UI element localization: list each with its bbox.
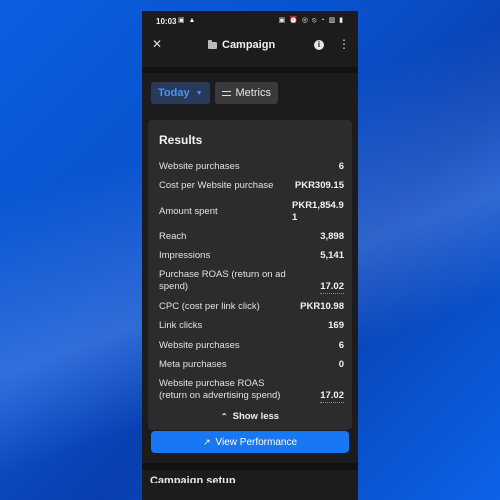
metric-value: 3,898 bbox=[320, 231, 344, 242]
phone-screen: 10:03 ▣ ▲ ▣ ⏰ ◎ ⦸ ◔ ▥ ▮ ✕ Campaign i ⋮ T… bbox=[142, 11, 358, 500]
section-divider bbox=[142, 67, 358, 73]
metric-value: PKR309.15 bbox=[294, 180, 344, 191]
info-icon[interactable]: i bbox=[314, 40, 324, 50]
metric-label: Website purchase ROAS (return on adverti… bbox=[159, 378, 281, 401]
metric-value: PKR10.98 bbox=[300, 301, 344, 312]
metric-value: 0 bbox=[338, 359, 344, 370]
status-bar: 10:03 ▣ ▲ ▣ ⏰ ◎ ⦸ ◔ ▥ ▮ bbox=[142, 11, 358, 31]
metric-value[interactable]: 17.02 bbox=[320, 281, 344, 294]
results-heading: Results bbox=[159, 133, 203, 147]
metric-value[interactable]: 17.02 bbox=[320, 390, 344, 403]
metric-value: 6 bbox=[338, 161, 344, 172]
metric-label: CPC (cost per link click) bbox=[159, 301, 260, 312]
screen-bottom bbox=[142, 483, 358, 500]
view-performance-button[interactable]: ↗ View Performance bbox=[151, 431, 349, 453]
show-less-toggle[interactable]: ⌃ Show less bbox=[148, 411, 352, 422]
page-title: Campaign bbox=[222, 39, 276, 51]
show-less-label: Show less bbox=[232, 411, 280, 422]
sliders-icon bbox=[221, 89, 231, 97]
metric-value: 5,141 bbox=[320, 250, 344, 261]
status-time: 10:03 bbox=[156, 17, 177, 26]
metric-value: 169 bbox=[328, 320, 344, 331]
metric-label: Meta purchases bbox=[159, 359, 227, 370]
date-range-dropdown[interactable]: Today ▼ bbox=[151, 82, 210, 104]
metric-label: Website purchases bbox=[159, 340, 240, 351]
results-card: Results Website purchases 6 Cost per Web… bbox=[148, 120, 352, 430]
metric-value: PKR1,854.91 bbox=[292, 200, 344, 223]
metric-label: Purchase ROAS (return on ad spend) bbox=[159, 269, 286, 292]
metric-label: Reach bbox=[159, 231, 187, 242]
metric-label: Cost per Website purchase bbox=[159, 180, 274, 191]
metric-label: Amount spent bbox=[159, 206, 218, 217]
chevron-up-icon: ⌃ bbox=[220, 412, 228, 421]
metric-label: Website purchases bbox=[159, 161, 240, 172]
metric-label: Impressions bbox=[159, 250, 211, 261]
campaign-setup-heading: Campaign setup bbox=[150, 475, 236, 483]
caret-down-icon: ▼ bbox=[195, 89, 203, 97]
more-options-icon[interactable]: ⋮ bbox=[338, 37, 350, 51]
metric-value: 6 bbox=[338, 340, 344, 351]
date-range-label: Today bbox=[158, 87, 190, 99]
trend-icon: ↗ bbox=[202, 436, 211, 447]
view-performance-label: View Performance bbox=[215, 436, 298, 448]
system-status-icons: ▣ ⏰ ◎ ⦸ ◔ ▥ ▮ bbox=[278, 17, 344, 24]
metrics-button[interactable]: Metrics bbox=[214, 82, 278, 104]
notification-icons: ▣ ▲ bbox=[178, 17, 197, 24]
metrics-label: Metrics bbox=[235, 87, 271, 99]
metric-label: Link clicks bbox=[159, 320, 203, 331]
close-icon[interactable]: ✕ bbox=[152, 37, 162, 51]
filter-bar: Today ▼ Metrics bbox=[151, 82, 278, 104]
title-group: Campaign bbox=[208, 39, 275, 51]
folder-icon bbox=[208, 39, 217, 49]
section-divider-2 bbox=[142, 463, 358, 470]
app-bar: ✕ Campaign i ⋮ bbox=[142, 33, 358, 59]
